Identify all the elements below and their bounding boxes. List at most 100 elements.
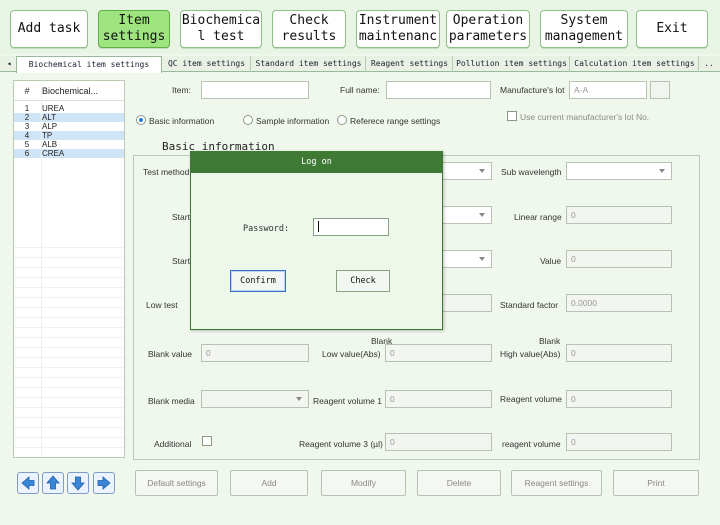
list-item[interactable]: 5 ALB	[14, 140, 124, 149]
start-dropdown-1[interactable]	[440, 206, 492, 224]
linear-range-label: Linear range	[514, 212, 562, 222]
list-item[interactable]: 1 UREA	[14, 104, 124, 113]
additional-label: Additional	[154, 439, 192, 449]
list-item[interactable]: 6 CREA	[14, 149, 124, 158]
manufacture-lot-input[interactable]: A-A	[569, 81, 647, 99]
blank-value-label: Blank value	[148, 349, 192, 359]
low-value-abs-label: Low value(Abs)	[322, 349, 381, 359]
biochemical-test-button[interactable]: Biochemica l test	[180, 10, 262, 48]
row-number: 4	[24, 131, 30, 140]
additional-checkbox[interactable]	[202, 436, 212, 446]
add-button[interactable]: Add	[230, 470, 308, 496]
reagent-volume-3-label: Reagent volume 3 (µl)	[299, 439, 383, 449]
settings-tab-strip: ◂ Biochemical item settings QC item sett…	[0, 56, 720, 73]
confirm-button[interactable]: Confirm	[230, 270, 286, 292]
list-item[interactable]: 3 ALP	[14, 122, 124, 131]
blank-value-input[interactable]: 0	[201, 344, 309, 362]
row-name: CREA	[42, 149, 65, 158]
delete-button[interactable]: Delete	[417, 470, 501, 496]
row-number: 5	[24, 140, 30, 149]
reagent-volume-input[interactable]: 0	[566, 390, 672, 408]
full-name-label: Full name:	[340, 85, 380, 95]
reagent-volume-3-input[interactable]: 0	[385, 433, 492, 451]
system-management-button[interactable]: System management	[540, 10, 628, 48]
start-dropdown-2[interactable]	[440, 250, 492, 268]
reagent-volume-lower-label: reagent volume	[502, 439, 561, 449]
reagent-volume-label: Reagent volume	[500, 394, 562, 404]
arrow-right-icon[interactable]	[93, 472, 115, 494]
blank-high-caption: Blank	[539, 336, 561, 346]
manufacture-lot-extra[interactable]	[650, 81, 670, 99]
radio-reference-range[interactable]	[337, 115, 347, 125]
check-button[interactable]: Check	[336, 270, 390, 292]
row-name: UREA	[42, 104, 65, 113]
radio-basic-information[interactable]	[136, 115, 146, 125]
tab-calculation-item-settings[interactable]: Calculation item settings	[571, 56, 699, 72]
value-input[interactable]: 0	[566, 250, 672, 268]
row-name: ALB	[42, 140, 58, 149]
operation-parameters-button[interactable]: Operation parameters	[446, 10, 530, 48]
main-toolbar: Add task Item settings Biochemica l test…	[0, 0, 720, 54]
modify-button[interactable]: Modify	[321, 470, 406, 496]
column-header-name: Biochemical...	[42, 85, 99, 96]
use-current-lot-checkbox[interactable]	[507, 111, 517, 121]
test-method-label: Test method	[143, 167, 190, 177]
reagent-volume-1-label: Reagent volume 1	[313, 396, 382, 406]
sub-wavelength-dropdown[interactable]	[566, 162, 672, 180]
tab-pollution-item-settings[interactable]: Pollution item settings	[454, 56, 570, 72]
item-settings-button[interactable]: Item settings	[98, 10, 170, 48]
low-value-abs-input[interactable]: 0	[385, 344, 492, 362]
arrow-up-icon[interactable]	[42, 472, 64, 494]
use-current-lot-label: Use current manufacturer's lot No.	[520, 112, 650, 122]
radio-basic-information-label: Basic information	[149, 116, 215, 126]
check-results-button[interactable]: Check results	[272, 10, 346, 48]
reagent-volume-1-input[interactable]: 0	[385, 390, 492, 408]
tab-reagent-settings[interactable]: Reagent settings	[367, 56, 453, 72]
row-number: 6	[24, 149, 30, 158]
item-label: Item:	[172, 85, 191, 95]
radio-reference-range-label: Referece range settings	[350, 116, 441, 126]
tab-qc-item-settings[interactable]: QC item settings	[163, 56, 251, 72]
start-label-1: Start	[172, 212, 190, 222]
instrument-maintenance-button[interactable]: Instrument maintenanc	[356, 10, 440, 48]
chevron-down-icon	[479, 213, 485, 217]
high-value-abs-input[interactable]: 0	[566, 344, 672, 362]
arrow-left-icon[interactable]	[17, 472, 39, 494]
print-button[interactable]: Print	[613, 470, 699, 496]
add-task-button[interactable]: Add task	[10, 10, 88, 48]
full-name-input[interactable]	[386, 81, 491, 99]
tab-overflow-icon[interactable]: ..	[700, 56, 718, 72]
chevron-down-icon	[479, 169, 485, 173]
reagent-volume-lower-input[interactable]: 0	[566, 433, 672, 451]
password-input[interactable]	[313, 218, 389, 236]
log-on-dialog: Log on Password: Confirm Check	[190, 151, 443, 330]
chevron-down-icon	[296, 397, 302, 401]
high-value-abs-label: High value(Abs)	[500, 349, 561, 359]
radio-sample-information[interactable]	[243, 115, 253, 125]
radio-sample-information-label: Sample information	[256, 116, 330, 126]
list-item[interactable]: 2 ALT	[14, 113, 124, 122]
exit-button[interactable]: Exit	[636, 10, 708, 48]
low-test-input[interactable]	[440, 294, 492, 312]
low-test-label: Low test	[146, 300, 178, 310]
item-input[interactable]	[201, 81, 309, 99]
row-number: 3	[24, 122, 30, 131]
start-label-2: Start	[172, 256, 190, 266]
dialog-title: Log on	[191, 152, 442, 173]
chevron-down-icon	[659, 169, 665, 173]
tab-biochemical-item-settings[interactable]: Biochemical item settings	[16, 56, 162, 73]
text-cursor	[318, 221, 319, 232]
manufacture-lot-label: Manufacture's lot	[500, 85, 565, 95]
standard-factor-input[interactable]: 0.0000	[566, 294, 672, 312]
linear-range-input[interactable]: 0	[566, 206, 672, 224]
tab-scroll-left-icon[interactable]: ◂	[2, 56, 16, 72]
row-name: ALP	[42, 122, 58, 131]
reagent-settings-button[interactable]: Reagent settings	[511, 470, 602, 496]
list-item[interactable]: 4 TP	[14, 131, 124, 140]
test-method-dropdown[interactable]	[440, 162, 492, 180]
arrow-down-icon[interactable]	[67, 472, 89, 494]
blank-media-dropdown[interactable]	[201, 390, 309, 408]
tab-standard-item-settings[interactable]: Standard item settings	[252, 56, 366, 72]
row-name: ALT	[42, 113, 57, 122]
default-settings-button[interactable]: Default settings	[135, 470, 218, 496]
